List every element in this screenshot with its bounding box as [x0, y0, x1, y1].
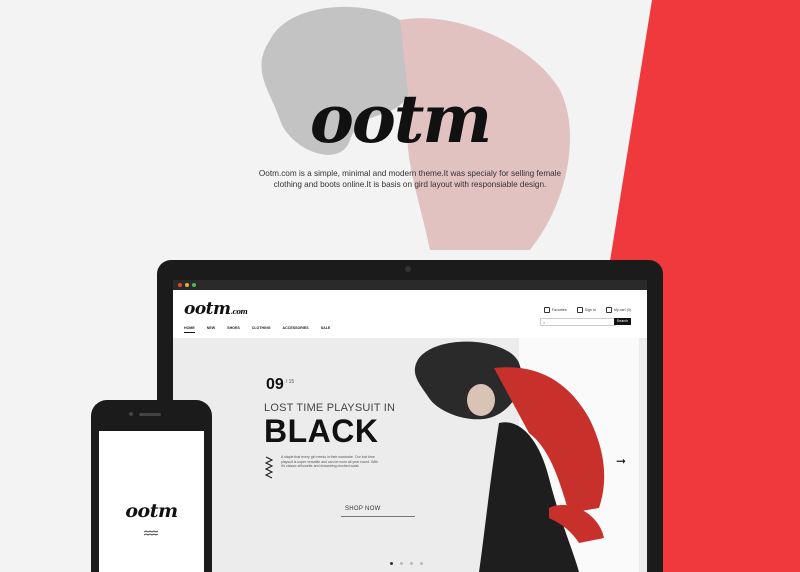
hero-slide: 09/ 15 LOST TIME PLAYSUIT IN BLACK A sta… — [173, 338, 647, 572]
slide-title: BLACK — [264, 413, 379, 449]
nav-new[interactable]: NEW — [207, 326, 215, 333]
slide-dot-4[interactable] — [420, 562, 423, 565]
nav-accessories[interactable]: ACCESSORIES — [283, 326, 309, 333]
zigzag-icon — [143, 530, 159, 536]
shop-now-button[interactable]: SHOP NOW — [345, 506, 381, 512]
nav-shoes[interactable]: SHOES — [227, 326, 240, 333]
phone-mockup: ootm — [91, 400, 212, 572]
minimize-window-dot[interactable] — [185, 283, 189, 287]
cart-link[interactable]: My cart (0) — [605, 307, 631, 313]
signin-link[interactable]: Sign In — [576, 307, 596, 313]
nav-clothing[interactable]: CLOTHING — [252, 326, 271, 333]
browser-chrome — [173, 280, 647, 290]
arrow-right-icon[interactable]: ➞ — [616, 454, 626, 468]
laptop-mockup: ootm.com Favorites Sign In My cart (0) ⌕… — [157, 260, 663, 572]
search-button[interactable]: Search — [614, 318, 631, 325]
phone-logo: ootm — [125, 500, 178, 522]
nav-home[interactable]: HOME — [184, 326, 195, 333]
slide-dot-3[interactable] — [410, 562, 413, 565]
slide-date: 09/ 15 — [266, 376, 295, 393]
zigzag-icon — [265, 456, 273, 479]
slide-dot-1[interactable] — [390, 562, 393, 565]
phone-camera — [129, 412, 133, 416]
search-icon: ⌕ — [543, 320, 546, 325]
main-nav: HOME NEW SHOES CLOTHING ACCESSORIES SALE — [184, 326, 330, 333]
camera-dot — [405, 266, 411, 272]
site-header: ootm.com Favorites Sign In My cart (0) ⌕… — [173, 290, 647, 338]
laptop-screen: ootm.com Favorites Sign In My cart (0) ⌕… — [173, 280, 647, 572]
top-links: Favorites Sign In My cart (0) — [543, 307, 631, 313]
nav-sale[interactable]: SALE — [321, 326, 331, 333]
phone-speaker — [139, 413, 161, 416]
close-window-dot[interactable] — [178, 283, 182, 287]
hero-logo: ootm — [309, 80, 492, 158]
maximize-window-dot[interactable] — [192, 283, 196, 287]
phone-screen: ootm — [99, 431, 204, 572]
hero-tagline: Ootm.com is a simple, minimal and modern… — [258, 169, 562, 189]
site-logo[interactable]: ootm.com — [184, 299, 248, 319]
favorites-link[interactable]: Favorites — [543, 307, 567, 313]
heart-icon — [543, 307, 550, 313]
cart-icon — [605, 307, 612, 313]
shop-now-underline — [341, 516, 415, 517]
user-icon — [576, 307, 583, 313]
slide-pagination — [390, 562, 423, 565]
slide-dot-2[interactable] — [400, 562, 403, 565]
search-input[interactable]: ⌕ — [540, 318, 616, 326]
slide-description: A staple that every girl needs in their … — [281, 455, 379, 469]
model-photo — [414, 338, 639, 572]
